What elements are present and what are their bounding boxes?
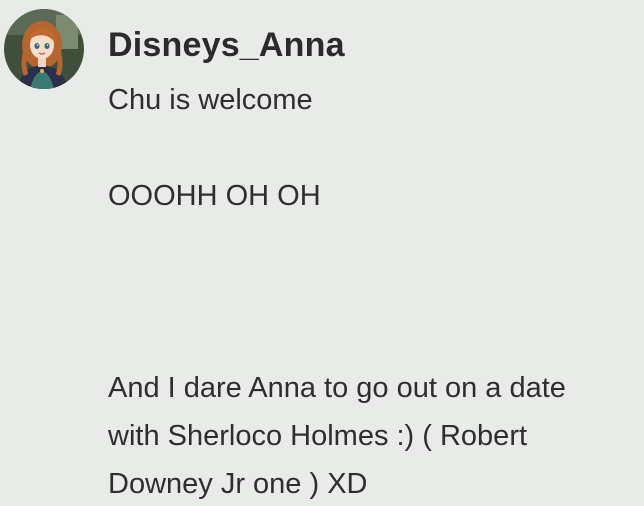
comment-username[interactable]: Disneys_Anna — [108, 24, 345, 66]
comment-text-line: Chu is welcome — [108, 84, 313, 116]
comment-text-line: OOOHH OH OH — [108, 180, 321, 212]
user-avatar[interactable] — [4, 9, 84, 89]
comment-text-line: Downey Jr one ) XD — [108, 468, 368, 500]
comment-item: Disneys_Anna Chu is welcome OOOHH OH OH … — [0, 0, 644, 506]
comment-text-line: And I dare Anna to go out on a date — [108, 372, 566, 404]
comment-text-line: with Sherloco Holmes :) ( Robert — [108, 420, 528, 452]
anna-avatar-icon — [4, 9, 84, 89]
